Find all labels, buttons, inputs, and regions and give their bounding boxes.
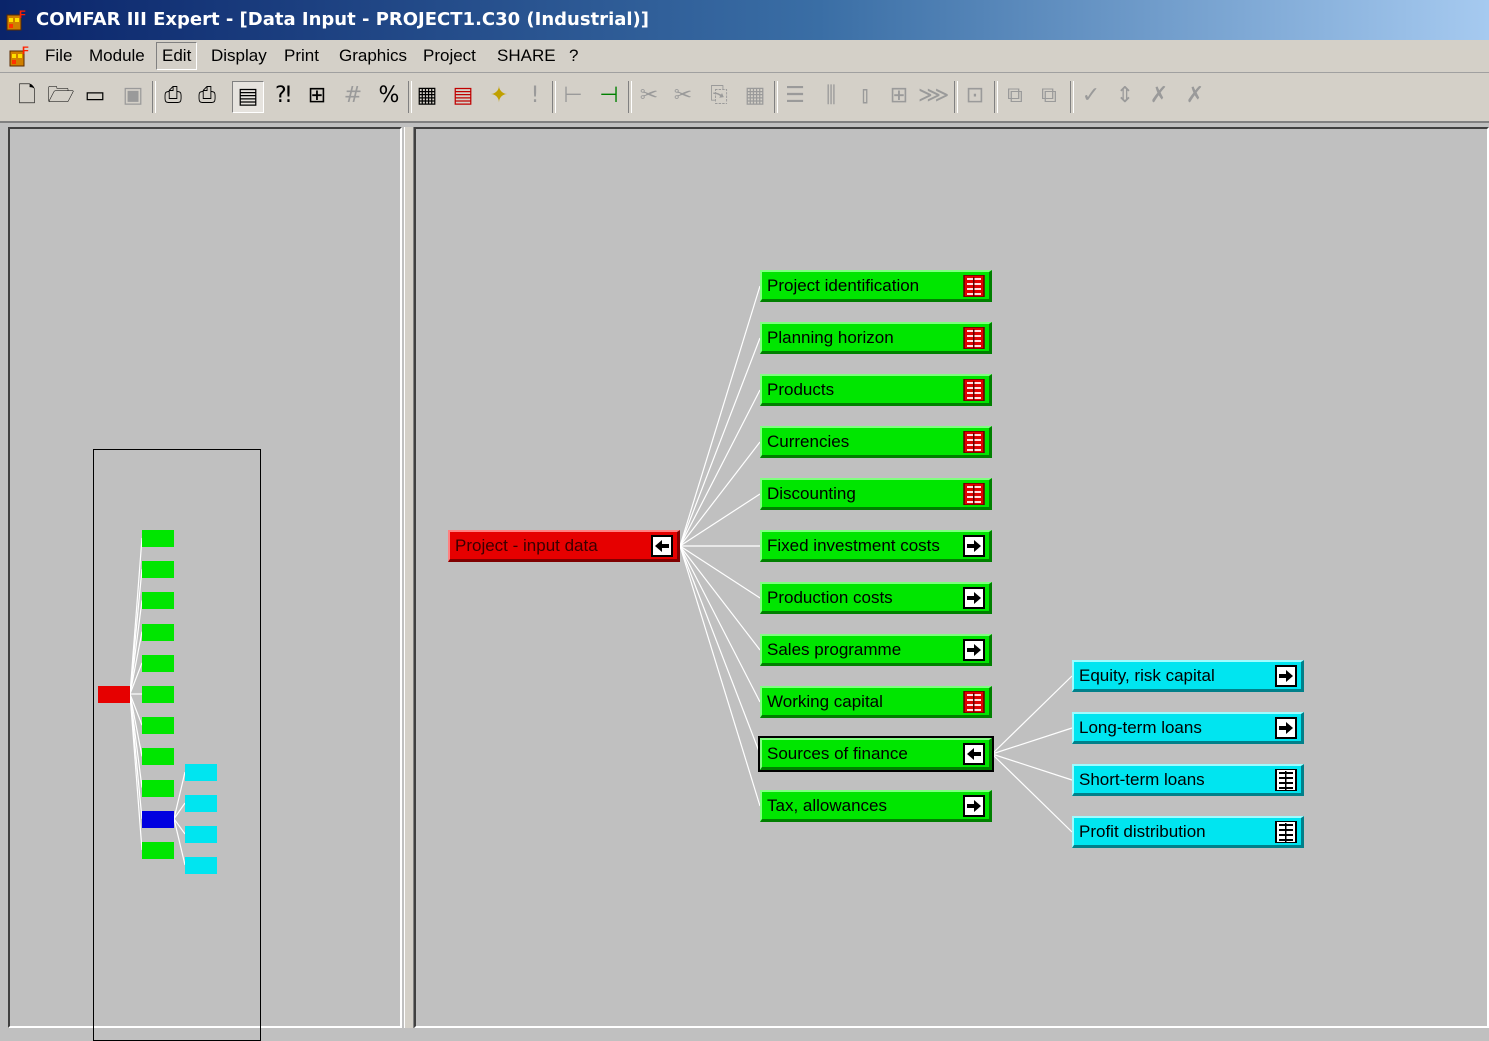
mini-node[interactable] bbox=[185, 764, 217, 781]
tree-node-discounting[interactable]: Discounting bbox=[760, 478, 992, 510]
mini-node[interactable] bbox=[142, 561, 174, 579]
tree-connector-line bbox=[679, 285, 761, 547]
red-table-icon[interactable] bbox=[963, 431, 985, 453]
mini-node[interactable] bbox=[142, 779, 174, 797]
mini-node[interactable] bbox=[185, 795, 217, 812]
tree-connector-line bbox=[679, 545, 761, 703]
tree-node-label: Planning horizon bbox=[767, 328, 894, 347]
white-table-icon[interactable] bbox=[1275, 821, 1297, 843]
mini-node[interactable] bbox=[185, 857, 217, 874]
red-table-icon[interactable] bbox=[963, 379, 985, 401]
tree-node-products[interactable]: Products bbox=[760, 374, 992, 406]
tree-node-label: Tax, allowances bbox=[767, 796, 888, 815]
tree-node-sales-programme[interactable]: Sales programme bbox=[760, 634, 992, 666]
tree-node-label: Profit distribution bbox=[1079, 822, 1206, 841]
tree-connector-line bbox=[679, 337, 761, 547]
tree-connector-line bbox=[991, 675, 1073, 755]
tree-connector-line bbox=[679, 545, 761, 651]
tree-node-label: Short-term loans bbox=[1079, 770, 1205, 789]
arrow-right-icon[interactable] bbox=[963, 535, 985, 557]
tree-connector-line bbox=[991, 753, 1073, 781]
mini-node[interactable] bbox=[142, 717, 174, 735]
tree-node-label: Discounting bbox=[767, 484, 856, 503]
tree-node-label: Fixed investment costs bbox=[767, 536, 940, 555]
tree-node-production-costs[interactable]: Production costs bbox=[760, 582, 992, 614]
mini-node[interactable] bbox=[142, 686, 174, 703]
tree-connector-line bbox=[679, 545, 761, 807]
tree-connectors bbox=[129, 285, 1073, 866]
arrow-left-icon[interactable] bbox=[963, 743, 985, 765]
tree-connector-line bbox=[679, 545, 761, 599]
tree-node-equity-risk-capital[interactable]: Equity, risk capital bbox=[1072, 660, 1304, 692]
mini-node[interactable] bbox=[142, 842, 174, 859]
tree-node-label: Long-term loans bbox=[1079, 718, 1202, 737]
tree-node-label: Currencies bbox=[767, 432, 850, 451]
tree-node-profit-distribution[interactable]: Profit distribution bbox=[1072, 816, 1304, 848]
red-table-icon[interactable] bbox=[963, 691, 985, 713]
tree-node-label: Products bbox=[767, 380, 835, 399]
arrow-right-icon[interactable] bbox=[963, 639, 985, 661]
tree-node-short-term-loans[interactable]: Short-term loans bbox=[1072, 764, 1304, 796]
arrow-right-icon[interactable] bbox=[963, 587, 985, 609]
mini-root-node[interactable] bbox=[98, 686, 130, 703]
tree-connector-line bbox=[679, 441, 761, 547]
tree-node-tax-allowances[interactable]: Tax, allowances bbox=[760, 790, 992, 822]
tree-connector-line bbox=[991, 727, 1073, 755]
tree-node-project-identification[interactable]: Project identification bbox=[760, 270, 992, 302]
arrow-right-icon[interactable] bbox=[963, 795, 985, 817]
arrow-right-icon[interactable] bbox=[1275, 717, 1297, 739]
tree-connector-line bbox=[679, 389, 761, 547]
arrow-right-icon[interactable] bbox=[1275, 665, 1297, 687]
tree-node-label: Project identification bbox=[767, 276, 920, 295]
tree-root-project-input-data[interactable]: Project - input data bbox=[448, 530, 680, 562]
mini-node[interactable] bbox=[142, 810, 174, 828]
mini-node[interactable] bbox=[185, 826, 217, 843]
mini-node[interactable] bbox=[142, 654, 174, 672]
tree-connector-line bbox=[991, 753, 1073, 833]
tree-node-label: Equity, risk capital bbox=[1079, 666, 1215, 685]
tree-node-label: Sources of finance bbox=[767, 744, 908, 763]
tree-node-label: Working capital bbox=[767, 692, 883, 711]
tree-connector-line bbox=[679, 493, 761, 547]
arrow-left-icon[interactable] bbox=[651, 535, 673, 557]
tree-root-label: Project - input data bbox=[455, 536, 598, 555]
white-table-icon[interactable] bbox=[1275, 769, 1297, 791]
red-table-icon[interactable] bbox=[963, 275, 985, 297]
mini-node[interactable] bbox=[142, 592, 174, 610]
tree-node-long-term-loans[interactable]: Long-term loans bbox=[1072, 712, 1304, 744]
mini-node[interactable] bbox=[142, 748, 174, 766]
tree-node-label: Sales programme bbox=[767, 640, 902, 659]
mini-node[interactable] bbox=[142, 623, 174, 641]
tree-node-label: Production costs bbox=[767, 588, 893, 607]
tree-node-planning-horizon[interactable]: Planning horizon bbox=[760, 322, 992, 354]
tree-node-fixed-investment-costs[interactable]: Fixed investment costs bbox=[760, 530, 992, 562]
tree-node-currencies[interactable]: Currencies bbox=[760, 426, 992, 458]
tree-node-working-capital[interactable]: Working capital bbox=[760, 686, 992, 718]
red-table-icon[interactable] bbox=[963, 327, 985, 349]
red-table-icon[interactable] bbox=[963, 483, 985, 505]
mini-node[interactable] bbox=[142, 530, 174, 547]
tree-node-sources-of-finance[interactable]: Sources of finance bbox=[758, 736, 994, 772]
tree-connector-line bbox=[679, 545, 761, 755]
